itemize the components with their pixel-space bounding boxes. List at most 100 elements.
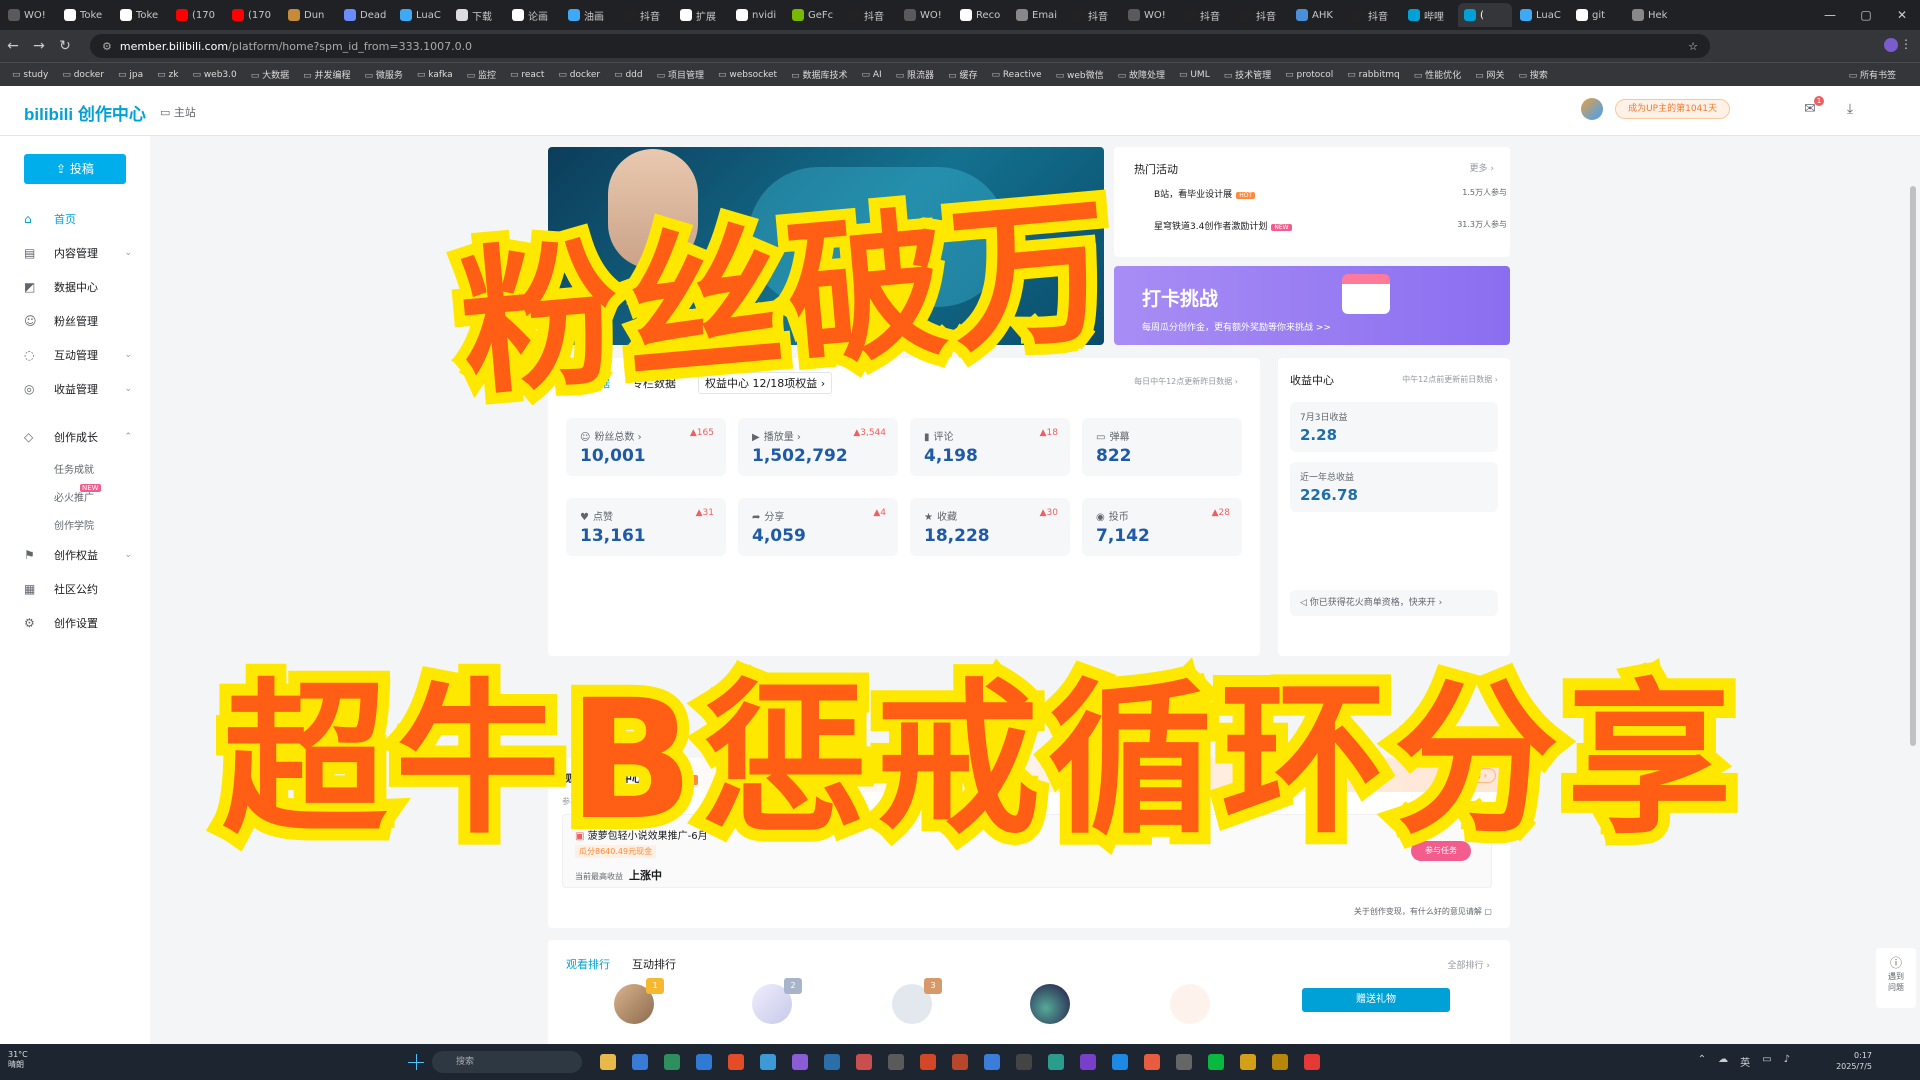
chevron-icon[interactable]: ⌄ [124,550,132,560]
bookmark-folder[interactable]: study [12,70,48,80]
browser-tab[interactable]: WO! [898,3,952,27]
browser-tab[interactable]: 抖音 [1066,3,1120,27]
app-icon[interactable] [920,1054,936,1070]
earnings-year[interactable]: 近一年总收益 226.78 [1290,462,1498,512]
bookmark-folder[interactable]: AI [861,70,882,80]
browser-tab[interactable]: WO! [2,3,56,27]
file-explorer-icon[interactable] [600,1054,616,1070]
sidebar-item[interactable]: ⚙ 创作设置 [0,606,150,640]
taskbar-clock[interactable]: 0:17 2025/7/5 [1836,1050,1872,1072]
sidebar-item[interactable]: ▤ 内容管理 ⌄ [0,236,150,270]
browser-tab[interactable]: 抖音 [618,3,672,27]
browser-tab[interactable]: (170 [226,3,280,27]
app-icon[interactable] [952,1054,968,1070]
sidebar-subitem[interactable]: 任务成就 [0,454,150,482]
minimize-icon[interactable]: — [1812,8,1848,22]
rank-avatar-4[interactable] [1030,984,1070,1024]
bookmark-folder[interactable]: 微服务 [365,68,403,81]
activity-more-link[interactable]: 更多 › [1470,161,1494,174]
bookmark-folder[interactable]: Reactive [991,70,1042,80]
sidebar-subitem[interactable]: 必火推广 NEW [0,482,150,510]
app-icon[interactable] [1144,1054,1160,1070]
cloud-icon[interactable]: ☁ [1718,1054,1728,1069]
bookmark-folder[interactable]: 网关 [1475,68,1505,81]
windows-start-icon[interactable] [408,1054,424,1070]
app-icon[interactable] [1304,1054,1320,1070]
profile-icon[interactable] [1884,38,1898,52]
browser-tab[interactable]: GeFc [786,3,840,27]
bookmark-folder[interactable]: 监控 [467,68,496,81]
app-icon[interactable] [1272,1054,1288,1070]
chevron-icon[interactable]: ⌄ [124,350,132,360]
browser-tab[interactable]: 油画 [562,3,616,27]
app-icon[interactable] [1080,1054,1096,1070]
bilibili-logo[interactable]: bilibili 创作中心 [24,100,146,125]
browser-tab[interactable]: 哔哩 [1402,3,1456,27]
chrome-icon[interactable] [728,1054,744,1070]
url-input[interactable]: ⚙ member.bilibili.com/platform/home?spm_… [90,34,1710,58]
bookmark-folder[interactable]: rabbitmq [1347,70,1400,80]
bookmark-folder[interactable]: 缓存 [948,68,977,81]
browser-tab[interactable]: WO! [1122,3,1176,27]
upload-button[interactable]: ⇪ 投稿 [24,154,126,184]
sidebar-item[interactable]: ⌂ 首页 [0,202,150,236]
bookmark-folder[interactable]: 性能优化 [1414,68,1461,81]
feedback-link[interactable]: 关于创作变现，有什么好的意见请解 ▢ [1354,906,1492,917]
app-icon[interactable] [1048,1054,1064,1070]
avatar[interactable] [1581,98,1604,120]
stat-tile[interactable]: ♥ 点赞 ▲31 13,161 [566,498,726,556]
sidebar-item[interactable]: ⚑ 创作权益 ⌄ [0,538,150,572]
browser-tab[interactable]: ( [1458,3,1512,27]
rank-avatar-5[interactable] [1170,984,1210,1024]
stat-tile[interactable]: ▶ 播放量 › ▲3,544 1,502,792 [738,418,898,476]
browser-tab[interactable]: Reco [954,3,1008,27]
browser-tab[interactable]: nvidi [730,3,784,27]
app-icon[interactable] [664,1054,680,1070]
browser-tab[interactable]: Toke [114,3,168,27]
bookmark-folder[interactable]: 搜索 [1519,68,1548,81]
bookmark-folder[interactable]: docker [558,70,600,80]
wechat-icon[interactable] [1208,1054,1224,1070]
all-bookmarks[interactable]: 所有书签 [1849,68,1896,81]
app-icon[interactable] [1176,1054,1192,1070]
browser-tab[interactable]: 抖音 [1346,3,1400,27]
taskbar-search[interactable]: 搜索 [432,1051,582,1073]
page-scrollbar[interactable] [1910,186,1916,746]
bookmark-folder[interactable]: kafka [417,70,452,80]
stat-tile[interactable]: ★ 收藏 ▲30 18,228 [910,498,1070,556]
site-info-icon[interactable]: ⚙ [102,40,112,53]
checkin-challenge-banner[interactable]: 打卡挑战 每周瓜分创作金，更有额外奖励等你来挑战 >> [1114,266,1510,345]
stat-tile[interactable]: ▭ 弹幕 822 [1082,418,1242,476]
earnings-yesterday[interactable]: 7月3日收益 2.28 [1290,402,1498,452]
stat-tile[interactable]: ▮ 评论 ▲18 4,198 [910,418,1070,476]
bookmark-folder[interactable]: web微信 [1056,68,1104,81]
bookmark-folder[interactable]: 大数据 [251,68,289,81]
chevron-icon[interactable]: ⌃ [124,432,132,442]
bookmark-folder[interactable]: protocol [1285,70,1333,80]
bookmark-folder[interactable]: 技术管理 [1224,68,1271,81]
back-icon[interactable]: ← [0,38,26,54]
chevron-up-icon[interactable]: ⌃ [1698,1054,1706,1069]
sidebar-item[interactable]: ▦ 社区公约 [0,572,150,606]
weather-widget[interactable]: 31°C 晴朗 [8,1050,28,1070]
browser-tab[interactable]: 扩展 [674,3,728,27]
reload-icon[interactable]: ↻ [52,38,78,54]
app-icon[interactable] [1016,1054,1032,1070]
activity-row[interactable]: B站，看毕业设计展 HOT 1.5万人参与 [1154,187,1507,200]
app-icon[interactable] [888,1054,904,1070]
stats-update-note[interactable]: 每日中午12点更新昨日数据 › [1134,376,1238,387]
chevron-icon[interactable]: ⌄ [124,384,132,394]
send-gift-button[interactable]: 赠送礼物 [1302,988,1450,1012]
browser-tab[interactable]: 抖音 [1234,3,1288,27]
stat-tile[interactable]: ➦ 分享 ▲4 4,059 [738,498,898,556]
all-rank-link[interactable]: 全部排行 › [1448,958,1490,971]
menu-dots-icon[interactable]: ⋮ [1900,37,1912,51]
app-icon[interactable] [1112,1054,1128,1070]
browser-tab[interactable]: git [1570,3,1624,27]
bookmark-folder[interactable]: 数据库技术 [791,68,847,81]
download-icon[interactable]: ⤓ [1840,101,1860,117]
bookmark-folder[interactable]: ddd [614,70,642,80]
app-icon[interactable] [856,1054,872,1070]
browser-tab[interactable]: Dun [282,3,336,27]
vscode-icon[interactable] [696,1054,712,1070]
